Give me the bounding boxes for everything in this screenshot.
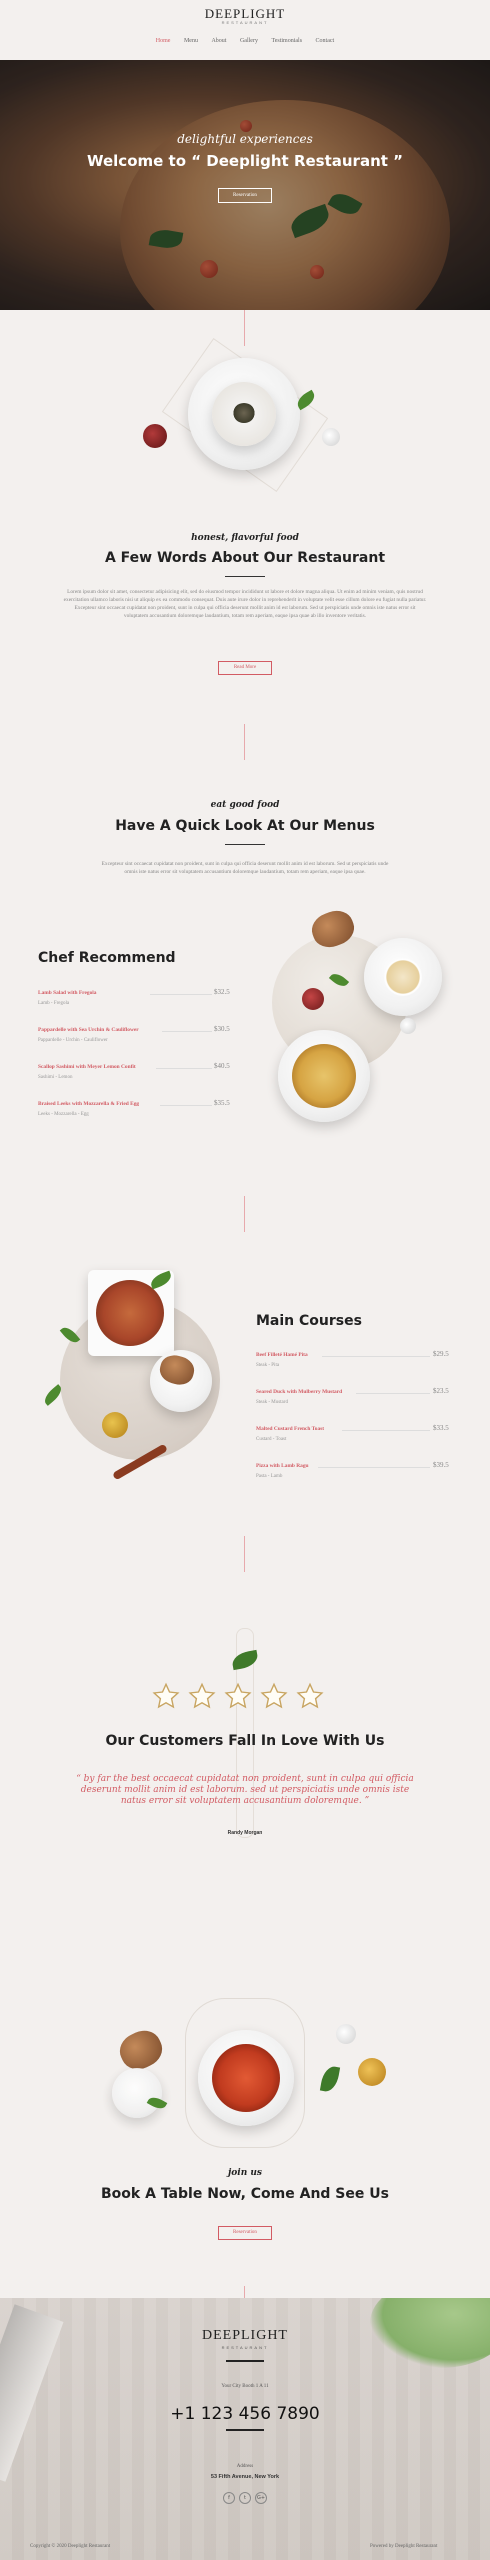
- pasta-image: [292, 1044, 356, 1108]
- title-underline: [225, 576, 265, 577]
- footer-logo[interactable]: DEEPLIGHT: [0, 2328, 490, 2344]
- sauce-bowl-image: [302, 988, 324, 1010]
- facebook-icon[interactable]: f: [223, 2492, 235, 2504]
- nav-item-menu[interactable]: Menu: [184, 38, 198, 44]
- menus-text: Excepteur sint occaecat cupidatat non pr…: [101, 861, 389, 875]
- hero-title: Welcome to “ Deeplight Restaurant ”: [86, 152, 404, 170]
- nav-item-about[interactable]: About: [211, 38, 226, 44]
- oil-bowl-image: [358, 2058, 386, 2086]
- star-icon: [260, 1682, 288, 1709]
- divider-line: [244, 1196, 245, 1232]
- main-dish-image: [96, 1280, 164, 1346]
- footer-logo-subtitle: RESTAURANT: [221, 2345, 269, 2350]
- menu-item-name: Scallop Sashimi with Meyer Lemon Confit: [38, 1064, 136, 1070]
- hero-tagline: delightful experiences: [177, 132, 313, 146]
- menu-item-name: Beef Filleté Hamé Pita: [256, 1352, 308, 1358]
- star-icon: [224, 1682, 252, 1709]
- menus-title: Have A Quick Look At Our Menus: [115, 818, 375, 834]
- nav-item-home[interactable]: Home: [156, 38, 171, 44]
- main-courses-heading: Main Courses: [256, 1313, 362, 1329]
- menu-item-price: $33.5: [433, 1424, 449, 1432]
- logo-subtitle: RESTAURANT: [221, 20, 269, 25]
- testimonial-title: Our Customers Fall In Love With Us: [105, 1733, 385, 1749]
- menu-item-price: $32.5: [214, 988, 230, 996]
- footer-address: 53 Fifth Avenue, New York: [210, 2474, 280, 2480]
- menu-item-description: Leeks - Mozzarella - Egg: [38, 1112, 89, 1117]
- menu-item-name: Braised Leeks with Mozzarella & Fried Eg…: [38, 1101, 140, 1107]
- soup-image: [212, 2044, 280, 2112]
- divider-line: [244, 310, 245, 346]
- sauce-bowl-image: [143, 424, 167, 448]
- menus-script: eat good food: [210, 800, 280, 810]
- footer-phone-label: Your City Booth 1 A 11: [221, 2384, 269, 2389]
- divider-line: [244, 1536, 245, 1572]
- about-text: Lorem ipsum dolor sit amet, consectetur …: [63, 589, 427, 619]
- soup-bowl-image: [384, 958, 422, 996]
- menu-item-price: $40.5: [214, 1062, 230, 1070]
- about-title: A Few Words About Our Restaurant: [104, 550, 386, 566]
- google-plus-icon[interactable]: G+: [255, 2492, 267, 2504]
- title-underline: [225, 844, 265, 845]
- herb-image: [319, 2064, 341, 2094]
- menu-item-name: Malted Custard French Toast: [256, 1426, 325, 1432]
- menu-item-description: Sashimi - Lemon: [38, 1075, 73, 1080]
- menu-item-price: $30.5: [214, 1025, 230, 1033]
- menu-item-name: Pizza with Lamb Ragu: [256, 1463, 309, 1469]
- menu-item-description: Pappardelle - Urchin - Cauliflower: [38, 1038, 108, 1043]
- read-more-button[interactable]: Read More: [218, 661, 272, 675]
- menu-item-name: Lamb Salad with Fregola: [38, 990, 97, 996]
- site-footer: DEEPLIGHT RESTAURANT Your City Booth 1 A…: [0, 2298, 490, 2560]
- bread-plate-image: [112, 2068, 162, 2118]
- testimonial-quote: “ by far the best occaecat cupidatat non…: [76, 1774, 414, 1806]
- about-script: honest, flavorful food: [191, 533, 299, 543]
- menu-item-price: $29.5: [433, 1350, 449, 1358]
- salt-shaker-image: [400, 1018, 416, 1034]
- menu-item-price: $23.5: [433, 1387, 449, 1395]
- star-icon: [296, 1682, 324, 1709]
- menu-item-name: Pappardelle with Sea Urchin & Cauliflowe…: [38, 1027, 139, 1033]
- testimonial-author: Randy Morgan: [227, 1830, 263, 1836]
- menu-item-description: Pasta - Lamb: [256, 1474, 283, 1479]
- nav-item-contact[interactable]: Contact: [316, 38, 335, 44]
- twitter-icon[interactable]: t: [239, 2492, 251, 2504]
- hero-banner: delightful experiences Welcome to “ Deep…: [0, 60, 490, 310]
- main-nav: Home Menu About Gallery Testimonials Con…: [0, 38, 490, 44]
- booking-title: Book A Table Now, Come And See Us: [101, 2186, 389, 2202]
- footer-phone[interactable]: +1 123 456 7890: [0, 2404, 490, 2424]
- dish-garnish-image: [233, 403, 255, 423]
- chef-recommend-heading: Chef Recommend: [38, 950, 176, 966]
- powered-by-text: Powered by Deeplight Restaurant: [370, 2544, 438, 2549]
- copyright-text: Copyright © 2020 Deeplight Restaurant: [30, 2544, 111, 2549]
- hero-reservation-button[interactable]: Reservation: [218, 188, 272, 203]
- menu-item-description: Lamb - Fregola: [38, 1001, 70, 1006]
- menu-item-price: $39.5: [433, 1461, 449, 1469]
- nav-item-testimonials[interactable]: Testimonials: [271, 38, 302, 44]
- nav-item-gallery[interactable]: Gallery: [240, 38, 258, 44]
- booking-script: join us: [228, 2168, 262, 2178]
- menu-item-description: Custard - Toast: [256, 1437, 287, 1442]
- star-icon: [188, 1682, 216, 1709]
- footer-address-label: Address: [236, 2464, 254, 2469]
- booking-reservation-button[interactable]: Reservation: [218, 2226, 272, 2240]
- site-header: DEEPLIGHT RESTAURANT Home Menu About Gal…: [0, 0, 490, 60]
- menu-item-price: $35.5: [214, 1099, 230, 1107]
- menu-item-name: Seared Duck with Mulberry Mustard: [256, 1389, 343, 1395]
- oil-bowl-image: [102, 1412, 128, 1438]
- menu-item-description: Steak - Pita: [256, 1363, 280, 1368]
- salt-shaker-image: [322, 428, 340, 446]
- menu-item-description: Steak - Mustard: [256, 1400, 288, 1405]
- divider-line: [244, 724, 245, 760]
- star-icon: [152, 1682, 180, 1709]
- salt-shaker-image: [336, 2024, 356, 2044]
